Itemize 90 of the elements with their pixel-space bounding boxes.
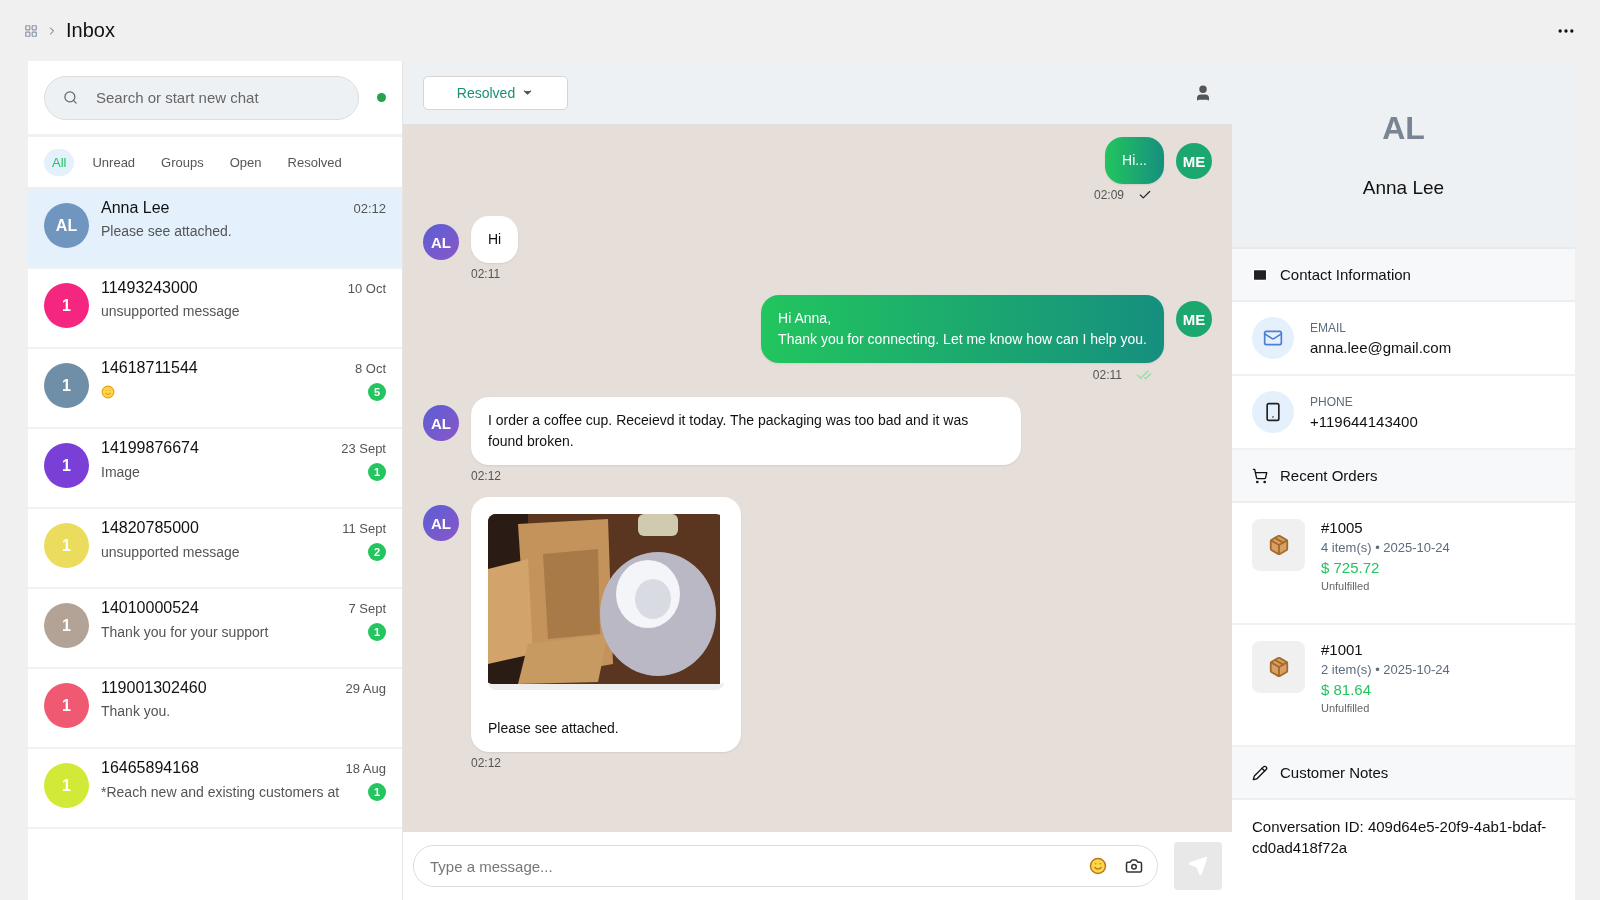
chat-name: 14618711544 — [101, 359, 198, 377]
chat-name: 14010000524 — [101, 599, 199, 617]
avatar: AL — [44, 203, 89, 248]
order-total: $ 81.64 — [1321, 681, 1373, 698]
field-value: anna.lee@gmail.com — [1310, 338, 1452, 356]
smiley-icon — [101, 385, 115, 399]
message-text: Hi... — [1122, 151, 1147, 170]
message-time: 02:09 — [1093, 188, 1124, 202]
chat-preview: Image — [101, 464, 140, 480]
chat-name: 119001302460 — [101, 679, 207, 697]
avatar: 1 — [44, 283, 89, 328]
chat-time: 10 Oct — [347, 280, 386, 296]
note-text: Conversation ID: 409d64e5-20f9-4ab1-bdaf-cd0ad418f72a — [1251, 817, 1548, 858]
avatar: 1 — [44, 363, 89, 408]
chat-time: 23 Sept — [341, 440, 386, 456]
cart-icon — [1252, 467, 1268, 484]
chat-time: 11 Sept — [342, 520, 386, 536]
chat-preview: *Reach new and existing customers at — [101, 784, 340, 800]
unread-count: 1 — [368, 623, 386, 641]
field-label: PHONE — [1310, 394, 1354, 409]
message-time: 02:11 — [1092, 368, 1122, 382]
avatar: 1 — [44, 763, 89, 808]
order-status: Unfulfilled — [1321, 580, 1371, 592]
section-title: Contact Information — [1280, 266, 1411, 283]
message-text: Hi Anna, — [778, 309, 833, 328]
pencil-icon — [1252, 764, 1268, 781]
section-title: Recent Orders — [1280, 467, 1378, 484]
avatar: AL — [423, 505, 459, 541]
avatar: 1 — [44, 523, 89, 568]
filter-tab[interactable]: Groups — [153, 148, 212, 176]
message-text: Hi — [488, 230, 502, 249]
message-text: Please see attached. — [488, 719, 620, 738]
avatar: ME — [1176, 301, 1212, 337]
filter-tab[interactable]: Resolved — [279, 148, 350, 176]
camera-icon[interactable] — [1125, 857, 1143, 875]
unread-count: 1 — [368, 463, 386, 481]
avatar: 1 — [44, 443, 89, 488]
unread-count: 2 — [368, 543, 386, 561]
avatar: ME — [1176, 143, 1212, 179]
chat-time: 29 Aug — [345, 680, 386, 696]
order-status: Unfulfilled — [1321, 702, 1371, 714]
order-number: #1005 — [1321, 519, 1364, 536]
chat-name: 16465894168 — [101, 759, 199, 777]
order-number: #1001 — [1321, 641, 1364, 658]
chat-preview: Thank you. — [101, 703, 171, 719]
search-field[interactable]: Search or start new chat — [44, 75, 359, 120]
contact-name: Anna Lee — [1362, 176, 1445, 199]
unread-count: 5 — [368, 383, 386, 401]
chat-time: 18 Aug — [345, 760, 386, 776]
field-label: EMAIL — [1310, 320, 1347, 335]
package-icon — [1267, 656, 1290, 678]
message-time: 02:12 — [471, 756, 502, 770]
package-icon — [1267, 534, 1290, 556]
section-title: Customer Notes — [1280, 764, 1389, 781]
avatar: 1 — [44, 603, 89, 648]
order-total: $ 725.72 — [1321, 559, 1381, 576]
chat-name: 11493243000 — [101, 279, 198, 297]
avatar: 1 — [44, 683, 89, 728]
status-dropdown[interactable]: Resolved — [423, 75, 568, 110]
message-time: 02:12 — [471, 469, 502, 483]
chat-preview: Thank you for your support — [101, 624, 269, 640]
field-value: +119644143400 — [1310, 412, 1418, 430]
profile-initials: AL — [1382, 109, 1425, 147]
chat-preview: unsupported message — [101, 303, 240, 319]
message-text: I order a coffee cup. Receievd it today. The packaging was too bad and it was found broken. — [488, 411, 970, 451]
chat-item[interactable]: AL Anna Lee 02:12 Please see attached. — [28, 189, 402, 269]
page-title: Inbox — [66, 19, 115, 42]
phone-icon — [1263, 402, 1283, 422]
chat-name: Anna Lee — [101, 199, 170, 217]
search-input[interactable]: Search or start new chat — [94, 88, 340, 107]
message-time: 02:11 — [471, 267, 501, 281]
avatar: AL — [423, 405, 459, 441]
order-meta: 2 item(s) • 2025-10-24 — [1321, 662, 1450, 677]
order-item[interactable]: #1005 4 item(s) • 2025-10-24 $ 725.72 Unfulfilled — [1232, 503, 1575, 625]
chat-time: 8 Oct — [354, 360, 386, 376]
chat-time: 02:12 — [353, 200, 386, 216]
chat-name: 14820785000 — [101, 519, 199, 537]
filter-tab[interactable]: Unread — [84, 148, 144, 176]
chat-time: 7 Sept — [348, 600, 386, 616]
chat-preview: Please see attached. — [101, 223, 232, 239]
order-meta: 4 item(s) • 2025-10-24 — [1321, 540, 1450, 555]
unread-count: 1 — [368, 783, 386, 801]
avatar: AL — [423, 224, 459, 260]
filter-tab[interactable]: Open — [221, 148, 270, 176]
chat-preview: unsupported message — [101, 544, 240, 560]
search-icon — [63, 90, 78, 105]
user-icon[interactable] — [1194, 83, 1212, 102]
chat-name: 14199876674 — [101, 439, 199, 457]
message-text: Thank you for connecting. Let me know how can I help you. — [778, 330, 1147, 349]
smiley-icon[interactable] — [1089, 857, 1107, 875]
